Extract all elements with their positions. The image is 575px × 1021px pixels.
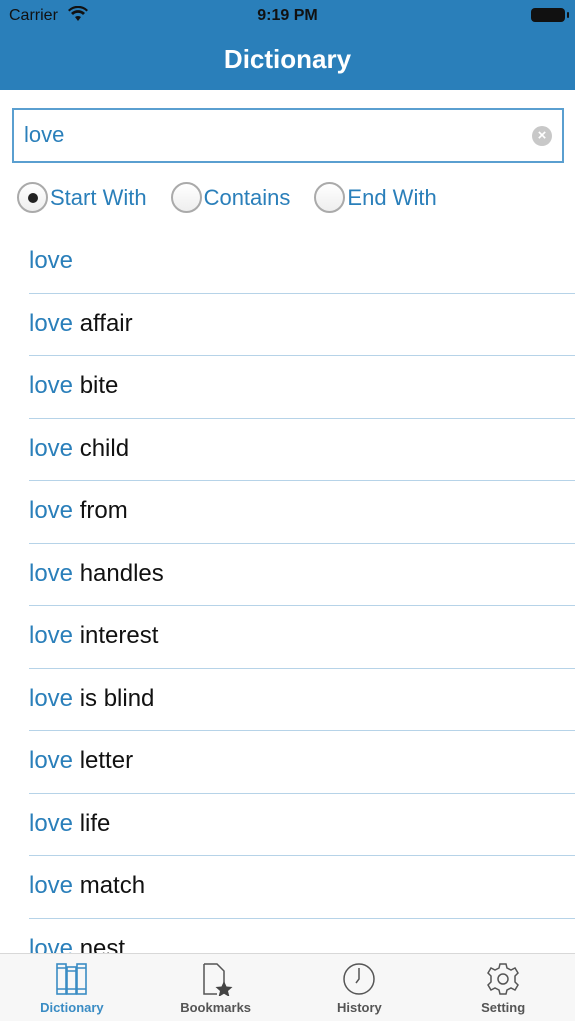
tab-label: Bookmarks xyxy=(180,1000,252,1015)
match-prefix: love xyxy=(29,872,74,899)
list-item[interactable]: love interest xyxy=(29,606,575,669)
radio-label: Contains xyxy=(203,184,291,210)
list-item[interactable]: love child xyxy=(29,419,575,481)
match-prefix: love xyxy=(29,622,74,649)
list-item[interactable]: love xyxy=(29,231,575,294)
radio-selected-icon[interactable] xyxy=(17,182,48,213)
radio-label: Start With xyxy=(50,184,147,210)
tab-bookmarks[interactable]: Bookmarks xyxy=(144,954,288,1021)
match-prefix: love xyxy=(29,934,74,954)
word-rest: handles xyxy=(73,559,164,587)
word-rest: child xyxy=(73,434,130,462)
match-prefix: love xyxy=(29,247,74,274)
tab-history[interactable]: History xyxy=(288,954,432,1021)
match-prefix: love xyxy=(29,309,74,337)
match-prefix: love xyxy=(29,809,74,837)
filter-options: Start With Contains End With xyxy=(17,182,461,213)
list-item[interactable]: love life xyxy=(29,794,575,856)
list-item[interactable]: love nest xyxy=(29,919,575,954)
word-rest: match xyxy=(73,872,146,899)
list-item[interactable]: love letter xyxy=(29,731,575,794)
list-item[interactable]: love is blind xyxy=(29,669,575,731)
tab-setting[interactable]: Setting xyxy=(431,954,575,1021)
radio-label: End With xyxy=(347,184,437,210)
radio-end-with[interactable]: End With xyxy=(314,182,437,213)
gear-icon xyxy=(487,963,520,995)
word-rest: bite xyxy=(73,372,119,399)
word-rest: nest xyxy=(73,934,126,954)
list-item[interactable]: love bite xyxy=(29,356,575,419)
clear-icon[interactable]: × xyxy=(532,126,552,146)
list-item[interactable]: love handles xyxy=(29,544,575,606)
clock-icon xyxy=(343,963,376,995)
nav-bar: Carrier 9:19 PM Dictionary xyxy=(0,0,575,90)
match-prefix: love xyxy=(29,684,74,712)
word-rest: interest xyxy=(73,622,159,649)
bookmark-star-icon xyxy=(202,963,233,996)
word-rest: is blind xyxy=(73,684,155,712)
match-prefix: love xyxy=(29,747,74,774)
page-title: Dictionary xyxy=(223,44,352,74)
search-box[interactable]: × xyxy=(12,108,564,163)
word-rest: letter xyxy=(73,747,134,774)
match-prefix: love xyxy=(29,434,74,462)
tab-label: Dictionary xyxy=(40,1000,104,1015)
list-item[interactable]: love match xyxy=(29,856,575,919)
match-prefix: love xyxy=(29,497,74,524)
radio-icon[interactable] xyxy=(314,182,346,213)
status-bar: Carrier 9:19 PM xyxy=(0,0,575,32)
tab-label: History xyxy=(336,1000,382,1015)
books-icon xyxy=(56,963,87,995)
list-item[interactable]: love from xyxy=(29,481,575,544)
word-rest: from xyxy=(73,497,128,524)
clock-time: 9:19 PM xyxy=(257,7,318,24)
match-prefix: love xyxy=(29,372,74,399)
radio-start-with[interactable]: Start With xyxy=(17,182,147,213)
tab-bar: Dictionary Bookmarks History Setting xyxy=(0,953,575,1021)
battery-icon xyxy=(531,8,569,22)
radio-icon[interactable] xyxy=(170,182,202,213)
radio-contains[interactable]: Contains xyxy=(170,182,291,213)
results-list: love love affair love bite love child love f… xyxy=(0,231,575,953)
search-input[interactable] xyxy=(14,110,514,160)
tab-dictionary[interactable]: Dictionary xyxy=(0,954,144,1021)
tab-label: Setting xyxy=(481,1000,526,1015)
word-rest: life xyxy=(73,809,111,837)
word-rest: affair xyxy=(73,309,133,337)
list-item[interactable]: love affair xyxy=(29,294,575,356)
match-prefix: love xyxy=(29,559,74,587)
